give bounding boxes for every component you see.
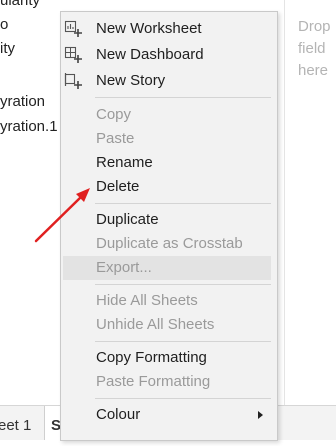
menu-separator (95, 398, 271, 399)
new-worksheet-icon (64, 20, 82, 37)
menu-item-label: Copy Formatting (96, 349, 207, 366)
menu-item-label: New Dashboard (96, 46, 204, 63)
menu-item-delete[interactable]: Delete (61, 175, 277, 199)
menu-item-label: Copy (96, 106, 132, 123)
drop-hint-line: field (298, 40, 326, 57)
field-item[interactable]: o (0, 16, 8, 33)
menu-item-label: New Story (96, 72, 166, 89)
menu-item-label: Paste (96, 130, 135, 147)
tab-sheet-1[interactable]: eet 1 (0, 406, 40, 440)
drop-hint-line: Drop (298, 18, 331, 35)
menu-separator (95, 97, 271, 98)
menu-item-label: Hide All Sheets (96, 292, 198, 309)
field-item[interactable]: yration.1 (0, 118, 58, 135)
menu-item-unhide-all-sheets: Unhide All Sheets (61, 313, 277, 337)
menu-item-label: Paste Formatting (96, 373, 211, 390)
menu-item-new-worksheet[interactable]: New Worksheet (61, 17, 277, 41)
menu-item-rename[interactable]: Rename (61, 151, 277, 175)
menu-item-label: Delete (96, 178, 140, 195)
sheet-context-menu: New Worksheet New Dashboard New Story Co… (60, 11, 278, 441)
field-item[interactable]: ity (0, 40, 15, 57)
menu-item-duplicate[interactable]: Duplicate (61, 208, 277, 232)
field-item[interactable]: yration (0, 93, 45, 110)
menu-item-label: Export... (96, 259, 152, 276)
menu-item-export: Export... (63, 256, 271, 280)
drop-hint-line: here (298, 62, 329, 79)
menu-item-paste: Paste (61, 127, 277, 151)
menu-item-new-dashboard[interactable]: New Dashboard (61, 43, 277, 67)
menu-item-copy: Copy (61, 103, 277, 127)
new-story-icon (64, 73, 82, 89)
menu-separator (95, 284, 271, 285)
menu-item-label: Unhide All Sheets (96, 316, 215, 333)
menu-separator (95, 341, 271, 342)
menu-item-paste-formatting: Paste Formatting (61, 370, 277, 394)
menu-item-new-story[interactable]: New Story (61, 69, 277, 93)
new-dashboard-icon (64, 46, 82, 63)
menu-item-hide-all-sheets: Hide All Sheets (61, 289, 277, 313)
submenu-arrow-icon (258, 411, 263, 419)
menu-item-label: Colour (96, 406, 141, 423)
menu-item-label: Duplicate (96, 211, 159, 228)
data-pane: ularity o ity yration yration.1 (0, 0, 66, 405)
menu-item-duplicate-as-crosstab: Duplicate as Crosstab (61, 232, 277, 256)
drop-hint: Drop field here (298, 16, 331, 82)
menu-item-copy-formatting[interactable]: Copy Formatting (61, 346, 277, 370)
menu-item-label: Duplicate as Crosstab (96, 235, 243, 252)
menu-item-colour[interactable]: Colour (61, 403, 277, 427)
field-item[interactable]: ularity (0, 0, 40, 9)
menu-separator (95, 203, 271, 204)
menu-item-label: New Worksheet (96, 20, 202, 37)
menu-item-label: Rename (96, 154, 153, 171)
